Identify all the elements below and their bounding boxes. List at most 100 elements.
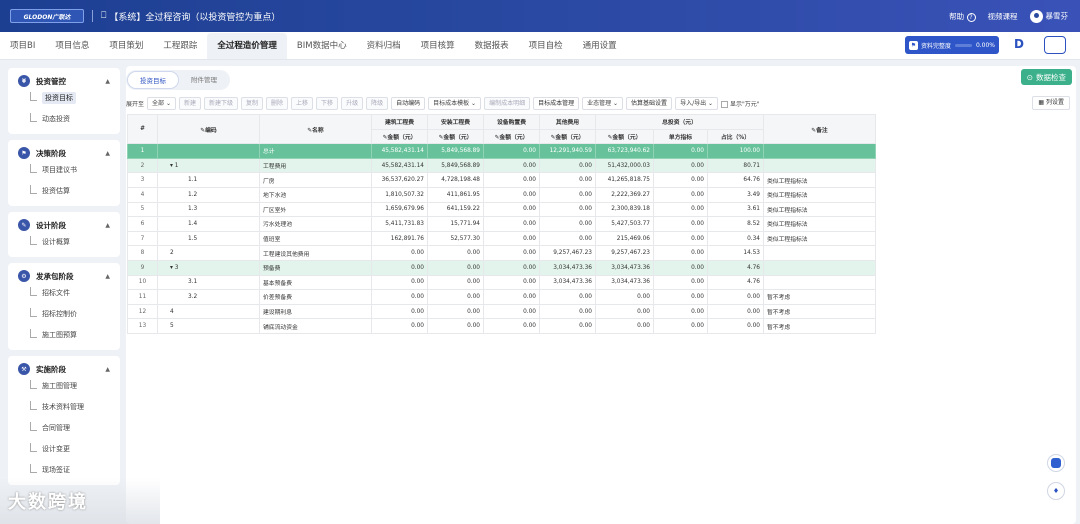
- col-note[interactable]: ✎备注: [763, 113, 876, 145]
- toolbar-btn-5[interactable]: 下移: [316, 96, 339, 110]
- chevron-up-icon[interactable]: ▲: [105, 273, 110, 280]
- wan-checkbox[interactable]: 显示"万元": [721, 99, 760, 108]
- sidebar-item[interactable]: 合同管理: [8, 418, 120, 439]
- bookmark-icon[interactable]: ⎕: [101, 11, 106, 21]
- cell-b: 0.00: [371, 259, 428, 276]
- table-row[interactable]: 1 总计 45,582,431.14 5,849,568.89 0.00 12,291,9…: [127, 143, 876, 159]
- toolbar-btn-4[interactable]: 上移: [291, 96, 314, 110]
- sidebar-item[interactable]: 投资估算: [8, 181, 120, 202]
- table-row[interactable]: 3 1.1 厂房 36,537,620.27 4,728,198.48 0.00 0.00 4…: [127, 172, 876, 188]
- table-row[interactable]: 6 1.4 污水处理池 5,411,731.83 15,771.94 0.00 0.00 5,…: [127, 216, 876, 232]
- tab-4[interactable]: 全过程造价管理: [207, 33, 287, 59]
- sidebar-item[interactable]: 招标文件: [8, 283, 120, 304]
- toolbar-btn-7[interactable]: 降级: [366, 96, 389, 110]
- toolbar-btn-10[interactable]: 编制成本明细: [484, 96, 531, 110]
- expand-select[interactable]: 全部 ⌄: [147, 96, 176, 110]
- video-course-link[interactable]: 视频课程: [988, 11, 1018, 22]
- table-row[interactable]: 11 3.2 价差预备费 0.00 0.00 0.00 0.00 0.00 0.00 0.00 暂不…: [127, 289, 876, 305]
- toolbar-btn-14[interactable]: 导入/导出 ⌄: [675, 96, 719, 110]
- tab-3[interactable]: 工程跟踪: [153, 33, 207, 59]
- tab-7[interactable]: 项目核算: [411, 33, 465, 59]
- toolbar-btn-3[interactable]: 删除: [266, 96, 289, 110]
- table-row[interactable]: 10 3.1 基本预备费 0.00 0.00 0.00 3,034,473.36 3,034,…: [127, 274, 876, 291]
- toolbar-btn-13[interactable]: 估算基础设置: [626, 96, 673, 110]
- user-menu[interactable]: 暴雪芬: [1029, 9, 1068, 23]
- tab-5[interactable]: BIM数据中心: [287, 33, 357, 59]
- toolbar-btn-11[interactable]: 目标成本管理: [533, 96, 580, 110]
- toolbar-btn-label: 删除: [271, 99, 284, 107]
- tab-9[interactable]: 项目自检: [519, 33, 573, 59]
- sub-percent: 占比（%）: [707, 128, 764, 145]
- sidebar-item[interactable]: 设计变更: [8, 439, 120, 460]
- sidebar-group-header[interactable]: ⚒ 实施阶段 ▲: [8, 362, 120, 376]
- table-row[interactable]: 2 ▾ 1 工程费用 45,582,431.14 5,849,568.89 0.00 0.0…: [127, 157, 876, 174]
- toolbar-btn-9[interactable]: 目标成本模板 ⌄: [428, 96, 482, 110]
- cell-o: 0.00: [539, 318, 596, 334]
- cell-note: 类似工程指标法: [763, 201, 876, 218]
- sidebar-item[interactable]: 设计概算: [8, 232, 120, 253]
- sidebar-item[interactable]: 施工图预算: [8, 325, 120, 346]
- toolbar-btn-12[interactable]: 业态管理 ⌄: [582, 96, 624, 110]
- cell-e: 0.00: [483, 157, 540, 174]
- sidebar-item[interactable]: 施工图管理: [8, 376, 120, 397]
- tab-1[interactable]: 项目信息: [45, 33, 99, 59]
- tab-6[interactable]: 资料归档: [357, 33, 411, 59]
- col-name[interactable]: ✎名称: [259, 113, 372, 145]
- sidebar: ¥ 投资管控 ▲ 投资目标 动态投资 ⚑ 决策阶段 ▲ 项目建议书 投资估算 ✎ 设计阶段 ▲ 设计概算 ⚙…: [8, 68, 120, 524]
- tips-fab[interactable]: ♦: [1047, 482, 1065, 500]
- column-settings-button[interactable]: ▦ 列设置: [1032, 96, 1070, 110]
- col-build: 建筑工程费: [371, 114, 428, 130]
- table-row[interactable]: 4 1.2 地下水池 1,810,507.32 411,861.95 0.00 0.00 2,…: [127, 186, 876, 203]
- d-app-icon[interactable]: D: [1014, 37, 1024, 51]
- tab-0[interactable]: 项目BI: [0, 33, 45, 59]
- cell-name: 铺底流动资金: [259, 318, 372, 334]
- sidebar-group-header[interactable]: ✎ 设计阶段 ▲: [8, 218, 120, 232]
- chevron-up-icon[interactable]: ▲: [105, 150, 110, 157]
- service-icon[interactable]: [1044, 36, 1066, 54]
- bulb-icon: ♦: [1052, 487, 1060, 495]
- sidebar-group-header[interactable]: ⚑ 决策阶段 ▲: [8, 146, 120, 160]
- tab-10[interactable]: 通用设置: [573, 33, 627, 59]
- cell-b: 45,582,431.14: [371, 143, 428, 159]
- group-icon: ¥: [18, 75, 30, 87]
- flag-icon: ⚑: [909, 40, 918, 50]
- tab-2[interactable]: 项目策划: [99, 33, 153, 59]
- toolbar-btn-8[interactable]: 自动编码: [391, 96, 426, 110]
- data-check-button[interactable]: ⊙ 数据检查: [1020, 69, 1072, 85]
- cell-t: 0.00: [595, 289, 654, 305]
- table-row[interactable]: 8 2 工程建设其他费用 0.00 0.00 0.00 9,257,467.23 9,257,…: [127, 245, 876, 261]
- help-link[interactable]: 帮助 ?: [949, 11, 976, 22]
- help-label: 帮助: [949, 11, 965, 21]
- completeness-progress[interactable]: ⚑ 资料完整度 0.00%: [905, 36, 999, 54]
- toolbar-btn-6[interactable]: 升级: [341, 96, 364, 110]
- chat-fab[interactable]: [1047, 454, 1065, 472]
- table-row[interactable]: 7 1.5 值班室 162,891.76 52,577.30 0.00 0.00 215,46…: [127, 230, 876, 247]
- table-row[interactable]: 12 4 建设期利息 0.00 0.00 0.00 0.00 0.00 0.00 0.00 暂不考虑: [127, 303, 876, 320]
- table-row[interactable]: 13 5 铺底流动资金 0.00 0.00 0.00 0.00 0.00 0.00 0.00 暂不考…: [127, 318, 876, 334]
- toolbar-btn-2[interactable]: 复制: [241, 96, 264, 110]
- sidebar-group-title: 实施阶段: [36, 364, 66, 374]
- subtab-1[interactable]: 附件管理: [179, 71, 229, 89]
- table-row[interactable]: 5 1.3 厂区室外 1,659,679.96 641,159.22 0.00 0.00 2,…: [127, 201, 876, 218]
- cell-i: 11: [127, 289, 158, 305]
- sidebar-group-header[interactable]: ⚙ 发承包阶段 ▲: [8, 269, 120, 283]
- tab-8[interactable]: 数据报表: [465, 33, 519, 59]
- chevron-up-icon[interactable]: ▲: [105, 366, 110, 373]
- sidebar-group-header[interactable]: ¥ 投资管控 ▲: [8, 74, 120, 88]
- chevron-up-icon[interactable]: ▲: [105, 222, 110, 229]
- table-row[interactable]: 9 ▾ 3 预备费 0.00 0.00 0.00 3,034,473.36 3,034,473…: [127, 259, 876, 276]
- check-icon: ⊙: [1026, 72, 1033, 82]
- sidebar-item[interactable]: 动态投资: [8, 109, 120, 130]
- sidebar-item[interactable]: 项目建议书: [8, 160, 120, 181]
- sidebar-item[interactable]: 投资目标: [8, 88, 120, 109]
- cell-i: 8: [127, 245, 158, 261]
- subtab-0[interactable]: 投资目标: [127, 71, 179, 89]
- chevron-up-icon[interactable]: ▲: [105, 78, 110, 85]
- sidebar-item[interactable]: 技术资料管理: [8, 397, 120, 418]
- toolbar-btn-1[interactable]: 新建下级: [203, 96, 238, 110]
- toolbar-btn-0[interactable]: 新建: [178, 96, 201, 110]
- sidebar-item[interactable]: 招标控制价: [8, 304, 120, 325]
- help-icon: ?: [966, 12, 976, 22]
- col-code[interactable]: ✎编码: [157, 113, 260, 145]
- cell-ins: 15,771.94: [427, 216, 484, 232]
